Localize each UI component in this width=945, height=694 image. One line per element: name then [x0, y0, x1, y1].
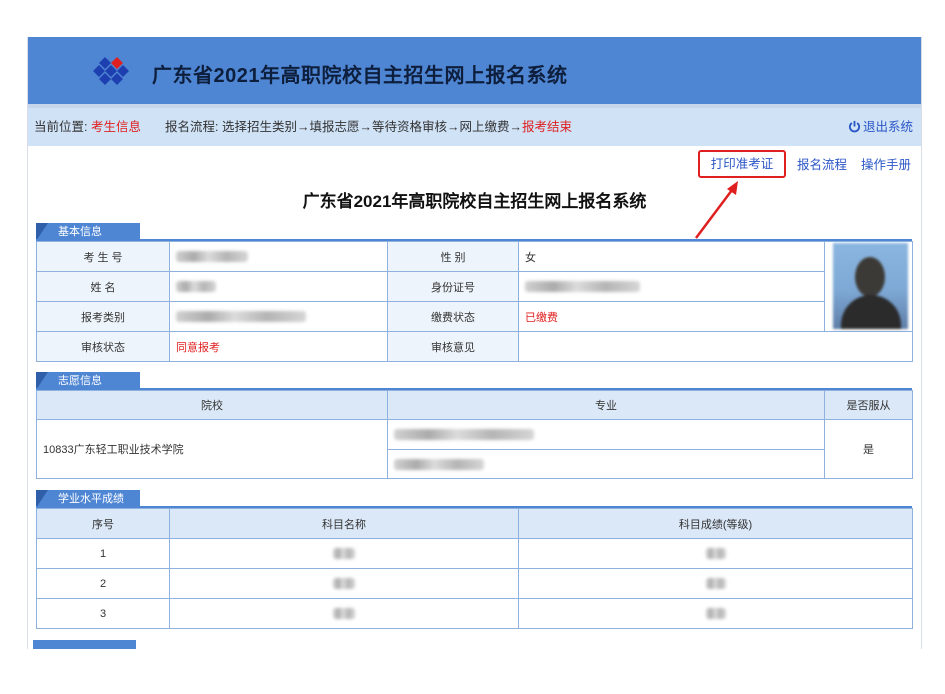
- col-header-subject: 科目名称: [169, 508, 519, 539]
- col-header-major: 专业: [387, 390, 825, 420]
- col-header-score: 科目成绩(等级): [518, 508, 913, 539]
- name-label: 姓 名: [36, 271, 170, 302]
- step-online-payment: 网上缴费: [459, 120, 510, 134]
- gender-label: 性 别: [387, 241, 519, 272]
- review-status-value: 同意报考: [169, 331, 388, 362]
- step-choose-category: 选择招生类别: [221, 120, 297, 134]
- exam-no-label: 考 生 号: [36, 241, 170, 272]
- exam-no-value: [169, 241, 388, 272]
- step-arrow: →: [509, 120, 523, 134]
- basic-info-table: 考 生 号 性 别 女 姓 名 身份证号 报考类别 缴费状态 已缴费 审核状态 …: [36, 241, 913, 362]
- col-header-index: 序号: [36, 508, 170, 539]
- scores-table: 序号 科目名称 科目成绩(等级) 1 2 3: [36, 508, 913, 629]
- subject-value: [169, 568, 519, 599]
- next-section-tab: [33, 640, 136, 649]
- section-title: 学业水平成绩: [58, 493, 124, 505]
- name-value: [169, 271, 388, 302]
- category-label: 报考类别: [36, 301, 170, 332]
- section-title: 基本信息: [58, 226, 102, 238]
- row-index: 2: [36, 568, 170, 599]
- power-icon: [848, 120, 861, 133]
- logout-label: 退出系统: [862, 120, 913, 134]
- location-label: 当前位置:: [34, 120, 88, 134]
- table-row: 2: [36, 568, 913, 599]
- site-header: 广东省2021年高职院校自主招生网上报名系统: [28, 37, 921, 108]
- obey-value: 是: [824, 419, 913, 479]
- review-opinion-label: 审核意见: [387, 331, 519, 362]
- col-header-obey: 是否服从: [824, 390, 913, 420]
- school-value: 10833广东轻工职业技术学院: [36, 419, 388, 479]
- id-no-value: [518, 271, 825, 302]
- step-finish: 报考结束: [522, 120, 573, 134]
- site-title: 广东省2021年高职院校自主招生网上报名系统: [152, 65, 568, 87]
- step-wait-review: 等待资格审核: [372, 120, 448, 134]
- gender-value: 女: [518, 241, 825, 272]
- wish-info-table: 院校 专业 是否服从 10833广东轻工职业技术学院 是: [36, 390, 913, 479]
- col-header-school: 院校: [36, 390, 388, 420]
- major-value: [387, 449, 825, 479]
- location-value[interactable]: 考生信息: [91, 120, 141, 134]
- logout-button[interactable]: 退出系统: [848, 108, 913, 146]
- page-title: 广东省2021年高职院校自主招生网上报名系统: [302, 192, 647, 211]
- step-fill-wish: 填报志愿: [309, 120, 360, 134]
- flow-label: 报名流程:: [165, 120, 219, 134]
- step-arrow: →: [447, 120, 460, 134]
- review-opinion-value: [518, 331, 913, 362]
- applicant-photo: [833, 243, 908, 329]
- payment-status-value: 已缴费: [518, 301, 825, 332]
- payment-status-label: 缴费状态: [387, 301, 519, 332]
- score-value: [518, 538, 913, 569]
- major-value: [387, 419, 825, 450]
- signup-flow-link[interactable]: 报名流程: [797, 154, 847, 173]
- review-status-label: 审核状态: [36, 331, 170, 362]
- row-index: 1: [36, 538, 170, 569]
- score-value: [518, 598, 913, 629]
- logo-icon: [93, 57, 129, 85]
- category-value: [169, 301, 388, 332]
- row-index: 3: [36, 598, 170, 629]
- app-frame: 广东省2021年高职院校自主招生网上报名系统 当前位置: 考生信息 报名流程: …: [27, 37, 922, 649]
- subject-value: [169, 538, 519, 569]
- breadcrumb: 当前位置: 考生信息 报名流程: 选择招生类别→填报志愿→等待资格审核→网上缴费…: [28, 108, 921, 146]
- user-manual-link[interactable]: 操作手册: [861, 154, 911, 173]
- id-no-label: 身份证号: [387, 271, 519, 302]
- step-arrow: →: [296, 120, 310, 134]
- table-row: 3: [36, 598, 913, 629]
- table-row: 1: [36, 538, 913, 569]
- subject-value: [169, 598, 519, 629]
- step-arrow: →: [359, 120, 373, 134]
- print-admission-ticket-button[interactable]: 打印准考证: [698, 150, 786, 178]
- section-title: 志愿信息: [58, 375, 102, 387]
- score-value: [518, 568, 913, 599]
